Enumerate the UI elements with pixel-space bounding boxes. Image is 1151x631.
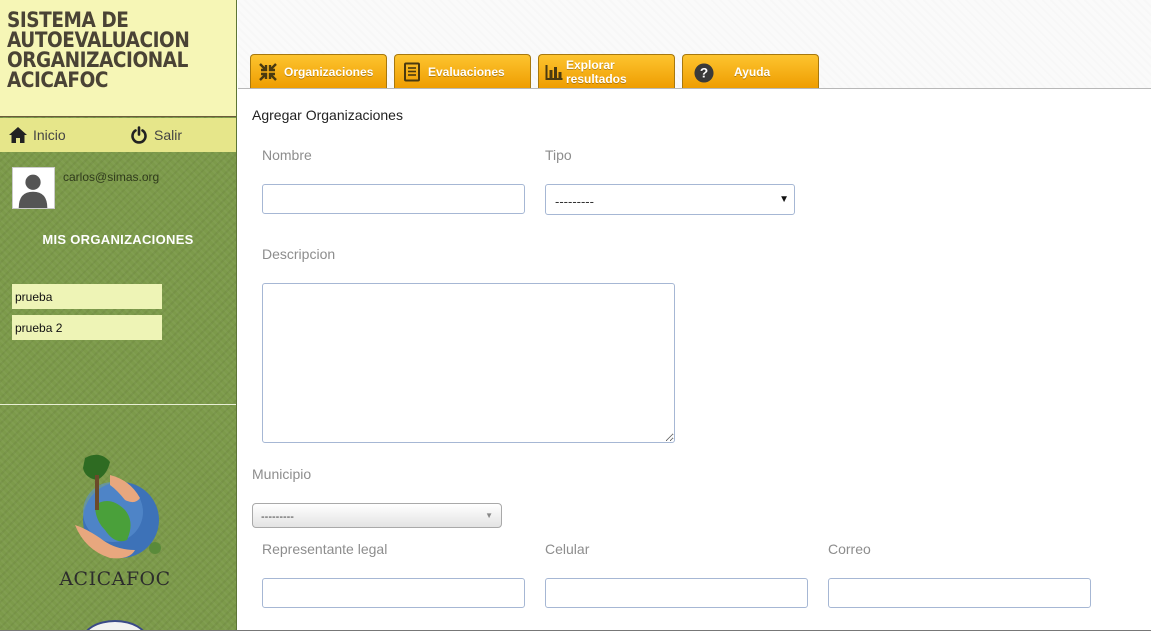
- municipio-select[interactable]: --------- ▼: [252, 503, 502, 528]
- tab-ayuda[interactable]: ? Ayuda: [682, 54, 819, 89]
- sidebar-divider: [0, 404, 236, 405]
- app-title-line-1: SISTEMA DE: [7, 8, 129, 32]
- nombre-input[interactable]: [262, 184, 525, 214]
- form-title: Agregar Organizaciones: [252, 107, 403, 123]
- tipo-selected-value: ---------: [555, 194, 594, 209]
- tipo-label: Tipo: [545, 147, 572, 163]
- tipo-select[interactable]: --------- ▼: [545, 184, 795, 215]
- bar-chart-icon: [544, 62, 564, 82]
- app-title: SISTEMA DE AUTOEVALUACION ORGANIZACIONAL…: [7, 8, 227, 92]
- globe-hands-logo-icon: [75, 454, 161, 559]
- arrows-collapse-icon: [258, 62, 278, 82]
- representante-input[interactable]: [262, 578, 525, 608]
- nombre-label: Nombre: [262, 147, 312, 163]
- home-link-label: Inicio: [33, 127, 66, 143]
- main-area: Organizaciones Evaluaciones Explorar res…: [238, 0, 1151, 631]
- home-icon: [9, 127, 27, 143]
- correo-label: Correo: [828, 541, 871, 557]
- help-circle-icon: ?: [694, 62, 714, 83]
- logout-link[interactable]: Salir: [129, 126, 182, 144]
- municipio-label: Municipio: [252, 466, 312, 482]
- top-nav: Inicio Salir: [0, 118, 236, 152]
- document-icon: [402, 62, 422, 82]
- app-title-line-3: ORGANIZACIONAL: [7, 48, 188, 72]
- representante-label: Representante legal: [262, 541, 388, 557]
- acicafoc-logo: ACICAFOC: [55, 450, 175, 595]
- tab-organizaciones[interactable]: Organizaciones: [250, 54, 387, 89]
- celular-input[interactable]: [545, 578, 808, 608]
- organization-item[interactable]: prueba 2: [12, 315, 162, 340]
- add-organization-form: Agregar Organizaciones Nombre Tipo -----…: [238, 89, 1151, 631]
- avatar: [12, 167, 55, 209]
- tab-explorar-resultados[interactable]: Explorar resultados: [538, 54, 675, 89]
- tab-label: Organizaciones: [284, 65, 374, 79]
- caret-down-icon: ▼: [779, 194, 789, 205]
- tab-label: Evaluaciones: [428, 65, 505, 79]
- organization-item[interactable]: prueba: [12, 284, 162, 309]
- power-icon: [131, 126, 147, 144]
- correo-input[interactable]: [828, 578, 1091, 608]
- logo-text: ACICAFOC: [59, 568, 171, 590]
- tab-evaluaciones[interactable]: Evaluaciones: [394, 54, 531, 89]
- tab-label: Explorar resultados: [566, 58, 627, 86]
- caret-down-icon: ▼: [485, 511, 493, 520]
- user-email: carlos@simas.org: [63, 170, 160, 184]
- app-title-line-2: AUTOEVALUACION: [7, 28, 190, 52]
- municipio-selected-value: ---------: [261, 511, 294, 523]
- sidebar: SISTEMA DE AUTOEVALUACION ORGANIZACIONAL…: [0, 0, 237, 631]
- tab-label: Ayuda: [734, 65, 771, 79]
- svg-text:?: ?: [700, 66, 708, 81]
- descripcion-textarea[interactable]: [262, 283, 675, 443]
- home-link[interactable]: Inicio: [8, 126, 66, 144]
- celular-label: Celular: [545, 541, 590, 557]
- descripcion-label: Descripcion: [262, 246, 336, 262]
- app-title-line-4: ACICAFOC: [7, 68, 108, 92]
- app-brand: SISTEMA DE AUTOEVALUACION ORGANIZACIONAL…: [0, 0, 236, 117]
- logout-link-label: Salir: [154, 127, 183, 143]
- my-organizations-heading: MIS ORGANIZACIONES: [42, 232, 194, 247]
- user-silhouette-icon: [18, 174, 48, 208]
